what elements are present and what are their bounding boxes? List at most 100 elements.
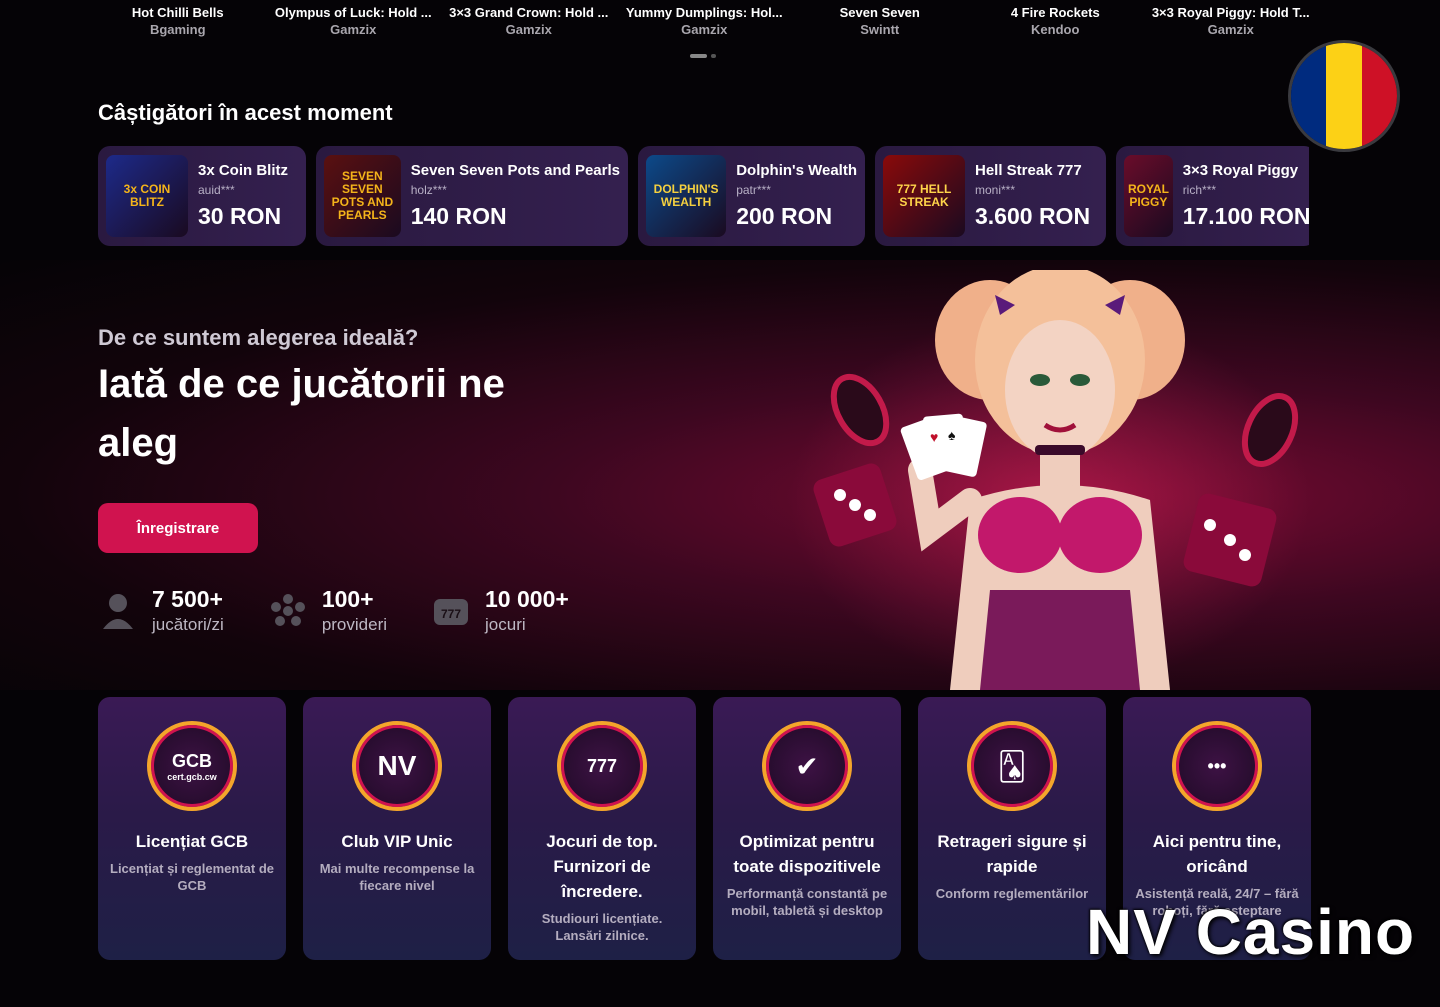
feature-title: Aici pentru tine, oricând [1152, 832, 1282, 876]
svg-text:777: 777 [441, 607, 461, 621]
winner-game-name: 3x Coin Blitz [198, 162, 289, 179]
feature-description: Performanță constantă pe mobil, tabletă … [726, 886, 888, 918]
flag-stripe [1291, 43, 1327, 149]
stat-number: 7 500+ [152, 586, 223, 612]
carousel-dot-active[interactable] [690, 54, 707, 58]
feature-icon-label: ✔ [795, 750, 819, 782]
winner-amount: 140 RON [410, 203, 507, 229]
support-icon: ••• [1172, 721, 1262, 811]
stat-label: provideri [321, 615, 388, 634]
providers-icon [268, 591, 308, 631]
stat-number: 100+ [321, 586, 374, 612]
svg-text:♥: ♥ [930, 429, 938, 445]
feature-description: Conform reglementărilor [935, 886, 1089, 901]
feature-icon-label: ••• [1207, 755, 1227, 776]
game-provider: Bgaming [149, 22, 206, 37]
feature-description: Studiouri licențiate. Lansări zilnice. [541, 911, 663, 943]
winner-game-name: Hell Streak 777 [975, 162, 1082, 179]
winner-username: holz*** [410, 183, 447, 197]
winner-card[interactable]: SEVEN SEVEN POTS AND PEARLS Seven Seven P… [316, 146, 628, 246]
game-title: Seven Seven [839, 5, 920, 20]
top-game-card[interactable]: 3×3 Royal Piggy: Hold T... Gamzix [1143, 0, 1319, 48]
feature-icon-label: GCB [172, 750, 212, 771]
winner-game-thumbnail: 777 HELL STREAK [883, 155, 965, 237]
top-game-card[interactable]: 4 Fire Rockets Kendoo [968, 0, 1144, 48]
phone-icon: ✔ [762, 721, 852, 811]
winner-username: rich*** [1182, 183, 1217, 197]
winner-amount: 3.600 RON [975, 203, 1091, 229]
register-button[interactable]: Înregistrare [98, 503, 258, 553]
winner-game-thumbnail: DOLPHIN'S WEALTH [646, 155, 727, 237]
game-provider: Gamzix [330, 22, 377, 37]
game-provider: Gamzix [681, 22, 728, 37]
hero-character-image: ♥ ♠ [790, 270, 1310, 690]
winner-username: patr*** [736, 183, 771, 197]
carousel-dots[interactable] [690, 54, 716, 58]
winner-card[interactable]: DOLPHIN'S WEALTH Dolphin's Wealth patr*** 2… [638, 146, 865, 246]
top-game-card[interactable]: Yummy Dumplings: Hol... Gamzix [617, 0, 793, 48]
stat-number: 10 000+ [485, 586, 569, 612]
game-title: Olympus of Luck: Hold ... [274, 5, 432, 20]
user-icon [98, 591, 138, 631]
winner-info: Hell Streak 777 moni*** 3.600 RON [975, 162, 1090, 230]
feature-title: Licențiat GCB [135, 832, 249, 851]
feature-icon-sublabel: cert.gcb.cw [167, 771, 217, 782]
top-games-strip: Hot Chilli Bells Bgaming Olympus of Luck: … [90, 0, 1320, 48]
flag-stripe [1326, 43, 1362, 149]
winner-amount: 30 RON [198, 203, 282, 229]
vip-icon: NV [352, 721, 442, 811]
gcb-icon: GCB cert.gcb.cw [147, 721, 237, 811]
top-game-card[interactable]: 3×3 Grand Crown: Hold ... Gamzix [441, 0, 617, 48]
winner-game-thumbnail: ROYAL PIGGY [1124, 155, 1173, 237]
flag-stripe [1361, 43, 1397, 149]
hero-stats: 7 500+ jucători/zi 100+ provideri 777 10 000+… [98, 586, 613, 635]
game-title: 4 Fire Rockets [1010, 5, 1100, 20]
winner-card[interactable]: ROYAL PIGGY 3×3 Royal Piggy rich*** 17.100 … [1116, 146, 1309, 246]
feature-title: Retrageri sigure și rapide [937, 832, 1087, 876]
language-flag-button[interactable] [1288, 40, 1400, 152]
winner-info: 3×3 Royal Piggy rich*** 17.100 RON [1183, 162, 1309, 230]
stat-text: 10 000+ jocuri [485, 586, 569, 635]
winner-username: auid*** [198, 183, 235, 197]
winners-list: 3x COIN BLITZ 3x Coin Blitz auid*** 30 RON S… [98, 146, 1309, 246]
winner-card[interactable]: 777 HELL STREAK Hell Streak 777 moni*** 3.6… [875, 146, 1106, 246]
winner-info: Dolphin's Wealth patr*** 200 RON [736, 162, 857, 230]
hero-headline: Iată de ce jucătorii ne aleg [98, 362, 505, 465]
feature-card: 🂡 Retrageri sigure și rapide Conform regle… [918, 697, 1106, 960]
top-game-card[interactable]: Seven Seven Swintt [792, 0, 968, 48]
top-game-card[interactable]: Hot Chilli Bells Bgaming [90, 0, 266, 48]
stat-text: 7 500+ jucători/zi [152, 586, 224, 635]
feature-description: Licențiat și reglementat de GCB [110, 861, 274, 893]
winner-game-name: Dolphin's Wealth [736, 162, 857, 179]
winner-game-name: 3×3 Royal Piggy [1182, 162, 1299, 179]
game-title: 3×3 Royal Piggy: Hold T... [1151, 5, 1310, 20]
winner-game-name: Seven Seven Pots and Pearls [410, 162, 620, 179]
top-game-card[interactable]: Olympus of Luck: Hold ... Gamzix [266, 0, 442, 48]
game-title: 3×3 Grand Crown: Hold ... [449, 5, 609, 20]
stat-label: jocuri [485, 615, 526, 634]
feature-card: ✔ Optimizat pentru toate dispozitivele Per… [713, 697, 901, 960]
watermark-logo: NV Casino [1086, 896, 1416, 968]
carousel-dot[interactable] [711, 54, 716, 58]
winner-info: 3x Coin Blitz auid*** 30 RON [198, 162, 288, 230]
hero-subtitle: De ce suntem alegerea ideală? [98, 325, 419, 350]
feature-icon-label: NV [377, 750, 417, 781]
feature-card: NV Club VIP Unic Mai multe recompense la f… [303, 697, 491, 960]
stat-text: 100+ provideri [322, 586, 387, 635]
feature-title: Optimizat pentru toate dispozitivele [733, 832, 881, 876]
winner-card[interactable]: 3x COIN BLITZ 3x Coin Blitz auid*** 30 RON [98, 146, 306, 246]
winner-username: moni*** [975, 183, 1016, 197]
stat-item: 7 500+ jucători/zi [98, 586, 224, 635]
feature-description: Mai multe recompense la fiecare nivel [319, 861, 475, 893]
winner-amount: 17.100 RON [1182, 203, 1309, 229]
game-provider: Gamzix [505, 22, 552, 37]
slot-icon: 777 [431, 591, 471, 631]
feature-icon-label: 777 [586, 755, 618, 776]
feature-icon-label: 🂡 [997, 750, 1027, 782]
game-provider: Swintt [860, 22, 900, 37]
withdrawal-icon: 🂡 [967, 721, 1057, 811]
game-title: Yummy Dumplings: Hol... [625, 5, 783, 20]
winners-title: Câștigători în acest moment [98, 100, 393, 125]
winner-game-thumbnail: 3x COIN BLITZ [106, 155, 188, 237]
stat-label: jucători/zi [152, 615, 224, 634]
